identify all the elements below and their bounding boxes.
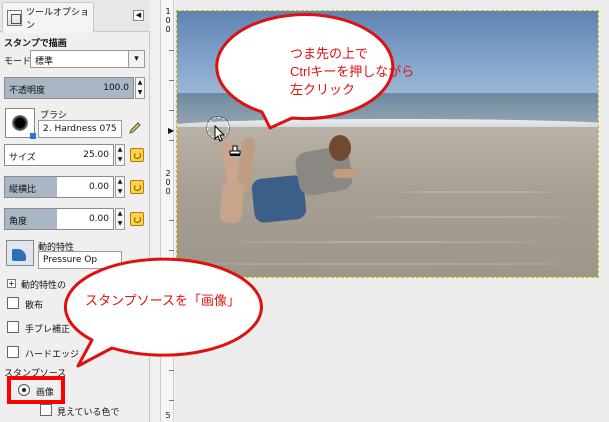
callout-top-line2: Ctrlキーを押しながら <box>290 64 415 79</box>
callout-top-line1: つま先の上で <box>290 46 369 61</box>
callout-bottom-text: スタンプソースを「画像」 <box>85 293 240 308</box>
callout-bubble-bottom <box>63 257 263 368</box>
callout-top-line3: 左クリック <box>290 82 356 97</box>
